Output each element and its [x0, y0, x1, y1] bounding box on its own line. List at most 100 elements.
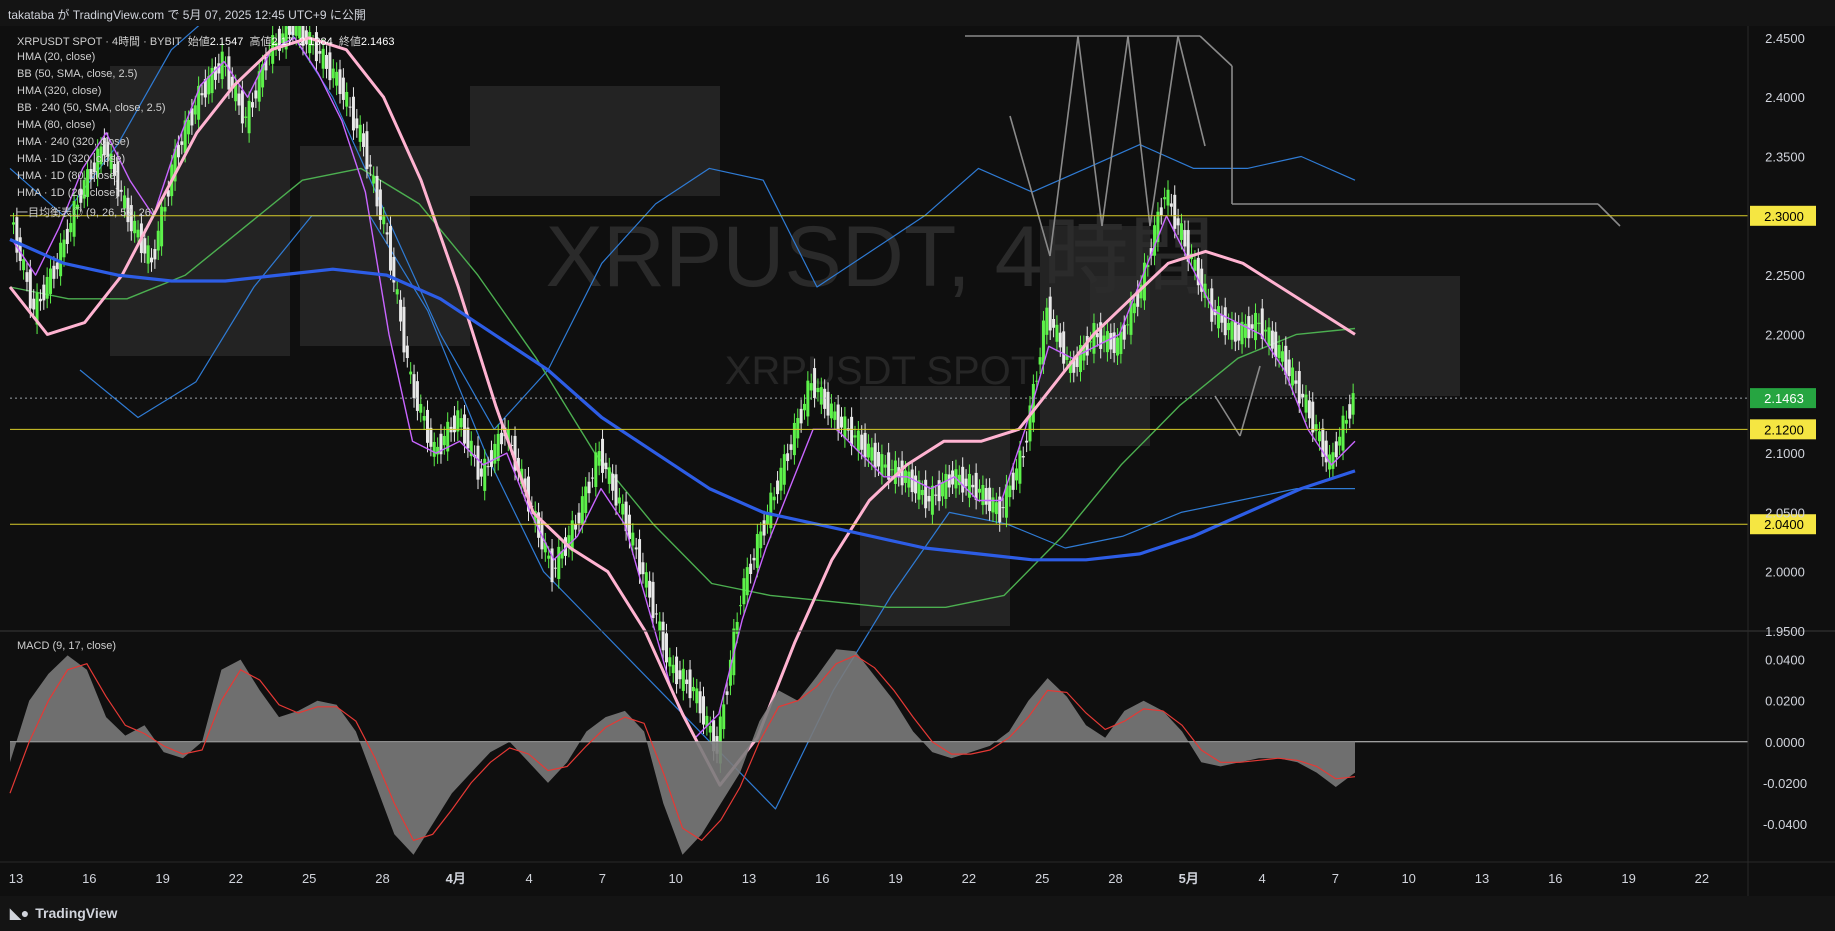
time-axis-label: 10	[1401, 871, 1415, 886]
indicator-legend-9[interactable]: 一目均衡表◎ (9, 26, 52, 26)	[17, 204, 155, 220]
candle-body	[200, 93, 204, 96]
candle-body	[893, 460, 897, 484]
candle-body	[796, 418, 800, 439]
candle-body	[1291, 367, 1295, 386]
candle-body	[69, 223, 73, 233]
candle-body	[607, 467, 611, 484]
candle-body	[836, 404, 840, 432]
time-axis-label: 13	[9, 871, 23, 886]
candle-body	[840, 416, 844, 428]
candle-body	[587, 481, 591, 494]
candle-body	[49, 268, 53, 294]
candle-body	[870, 447, 874, 461]
time-axis-label: 19	[155, 871, 169, 886]
candle-body	[341, 77, 345, 100]
candle-body	[631, 532, 635, 546]
candle-body	[28, 269, 32, 309]
candle-body	[1011, 472, 1015, 490]
candle-body	[695, 688, 699, 704]
candle-body	[988, 487, 992, 512]
top-bar: takataba が TradingView.com で 5月 07, 2025…	[0, 0, 1835, 26]
macd-axis-label: 0.0400	[1765, 653, 1805, 668]
indicator-legend-8[interactable]: HMA · 1D (20, close)	[17, 187, 119, 199]
candle-body	[32, 298, 36, 310]
candle-body	[947, 474, 951, 488]
candle-body	[779, 467, 783, 491]
macd-legend[interactable]: MACD (9, 17, close)	[17, 640, 116, 652]
candle-body	[1116, 337, 1120, 356]
candle-body	[160, 206, 164, 247]
indicator-legend-0[interactable]: HMA (20, close)	[17, 51, 95, 63]
price-chart[interactable]: XRPUSDT, 4時間 XRPUSDT SPOT 2.30002.12002.…	[0, 26, 1835, 896]
candle-body	[940, 482, 944, 497]
time-axis-label: 13	[1475, 871, 1489, 886]
time-axis-label: 4月	[446, 871, 466, 886]
candle-body	[368, 164, 372, 167]
candle-body	[500, 432, 504, 445]
candle-body	[843, 416, 847, 439]
time-axis-label: 28	[1108, 871, 1122, 886]
candle-body	[479, 468, 483, 477]
price-axis-label: 2.2000	[1765, 327, 1805, 342]
candle-body	[1122, 324, 1126, 340]
candle-body	[1015, 468, 1019, 481]
candle-body	[1035, 380, 1039, 382]
indicator-legend-7[interactable]: HMA · 1D (80, close)	[17, 170, 119, 182]
candle-body	[409, 371, 413, 375]
candle-body	[358, 124, 362, 142]
candle-body	[65, 228, 69, 244]
indicator-legend-4[interactable]: HMA (80, close)	[17, 119, 95, 131]
macd-axis-label: -0.0200	[1763, 776, 1807, 791]
candle-body	[557, 546, 561, 579]
current-price-label: 2.1463	[1764, 391, 1804, 406]
indicator-legend-6[interactable]: HMA · 1D (320, close)	[17, 153, 125, 165]
candle-body	[644, 572, 648, 588]
candle-body	[355, 118, 359, 129]
candle-body	[981, 485, 985, 506]
candle-body	[735, 621, 739, 634]
candle-body	[681, 668, 685, 691]
publish-info: takataba が TradingView.com で 5月 07, 2025…	[8, 8, 366, 22]
candle-body	[153, 249, 157, 260]
candle-body	[187, 119, 191, 135]
candle-body	[1274, 331, 1278, 357]
candle-body	[755, 534, 759, 568]
indicator-legend-5[interactable]: HMA · 240 (320, close)	[17, 136, 130, 148]
candle-body	[415, 381, 419, 411]
candle-body	[809, 383, 813, 391]
candle-body	[180, 141, 184, 145]
indicator-legend-1[interactable]: BB (50, SMA, close, 2.5)	[17, 68, 137, 80]
candle-body	[850, 416, 854, 446]
time-axis-label: 16	[815, 871, 829, 886]
candle-body	[1280, 351, 1284, 362]
candle-body	[1163, 197, 1167, 200]
time-axis-label: 28	[375, 871, 389, 886]
candle-body	[1159, 207, 1163, 216]
candle-body	[136, 229, 140, 238]
candle-body	[1176, 218, 1180, 226]
candle-body	[1216, 306, 1220, 329]
candle-body	[1301, 393, 1305, 398]
candle-body	[739, 605, 743, 607]
candle-body	[863, 432, 867, 458]
candle-body	[388, 226, 392, 271]
candle-body	[1173, 194, 1177, 229]
time-axis-label: 5月	[1179, 871, 1199, 886]
candle-body	[675, 656, 679, 685]
candle-body	[55, 262, 59, 270]
candle-body	[786, 453, 790, 462]
brand[interactable]: ◣● TradingView	[10, 905, 117, 922]
candle-body	[994, 502, 998, 515]
candle-body	[227, 56, 231, 90]
candle-body	[1041, 320, 1045, 365]
candle-body	[823, 388, 827, 409]
candle-body	[1267, 327, 1271, 346]
candle-body	[193, 105, 197, 115]
indicator-legend-2[interactable]: HMA (320, close)	[17, 85, 101, 97]
candle-body	[577, 512, 581, 524]
candle-body	[250, 102, 254, 108]
candle-body	[769, 492, 773, 529]
candle-body	[1132, 303, 1136, 314]
indicator-legend-3[interactable]: BB · 240 (50, SMA, close, 2.5)	[17, 102, 166, 114]
candle-body	[331, 68, 335, 79]
